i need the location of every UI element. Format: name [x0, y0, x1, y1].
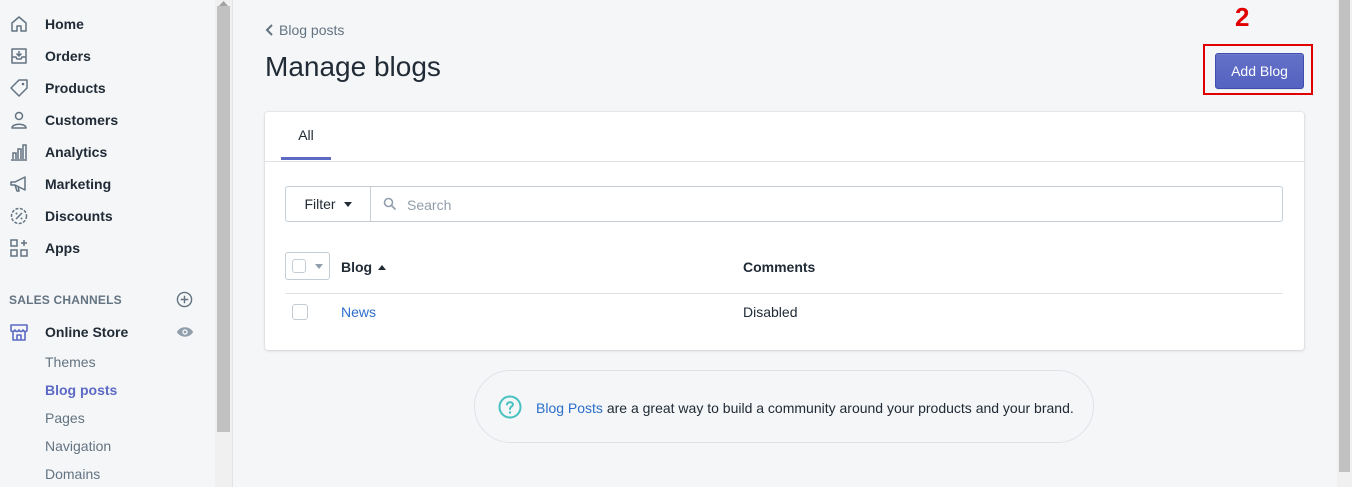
home-icon: [8, 13, 30, 35]
select-all-checkbox[interactable]: [292, 259, 306, 273]
sidebar-subitem-themes[interactable]: Themes: [45, 354, 96, 370]
orders-icon: [8, 45, 30, 67]
megaphone-icon: [8, 173, 30, 195]
sidebar-subitem-pages[interactable]: Pages: [45, 410, 85, 426]
sidebar-item-apps[interactable]: Apps: [0, 232, 215, 264]
sales-channels-heading: SALES CHANNELS: [9, 293, 122, 307]
caret-down-icon: [343, 201, 352, 207]
sidebar-item-customers[interactable]: Customers: [0, 104, 215, 136]
search-field[interactable]: [370, 186, 1283, 223]
eye-icon[interactable]: [176, 324, 194, 340]
add-sales-channel-icon[interactable]: [176, 291, 193, 308]
search-icon: [383, 197, 397, 211]
row-checkbox[interactable]: [292, 304, 308, 320]
tab-all[interactable]: All: [281, 112, 331, 160]
annotation-step-number: 2: [1235, 2, 1250, 32]
page-title: Manage blogs: [265, 51, 441, 82]
sidebar-item-label: Orders: [45, 48, 91, 64]
sidebar-item-label: Analytics: [45, 144, 108, 160]
sidebar-item-label: Apps: [45, 240, 80, 256]
filter-button[interactable]: Filter: [285, 186, 371, 222]
tabs-divider: [265, 161, 1304, 162]
comments-status: Disabled: [743, 304, 798, 320]
sidebar-item-label: Home: [45, 16, 84, 32]
sidebar-item-label: Products: [45, 80, 106, 96]
sidebar-item-analytics[interactable]: Analytics: [0, 136, 215, 168]
caret-down-icon: [315, 264, 323, 269]
sidebar-item-marketing[interactable]: Marketing: [0, 168, 215, 200]
bar-chart-icon: [8, 141, 30, 163]
help-text: Blog Posts are a great way to build a co…: [536, 400, 1074, 416]
search-input[interactable]: [405, 187, 1269, 223]
page-scrollbar-thumb[interactable]: [1339, 0, 1350, 472]
add-blog-button[interactable]: Add Blog: [1215, 53, 1304, 89]
back-link-label: Blog posts: [279, 22, 345, 38]
question-circle-icon: [498, 395, 522, 419]
help-description: are a great way to build a community aro…: [602, 400, 1074, 416]
sidebar-item-label: Discounts: [45, 208, 113, 224]
back-to-blog-posts-link[interactable]: Blog posts: [265, 22, 344, 38]
sidebar: Home Orders Products Customers Analytics…: [0, 0, 215, 487]
person-icon: [8, 109, 30, 131]
chevron-left-icon: [265, 24, 273, 36]
sidebar-item-discounts[interactable]: Discounts: [0, 200, 215, 232]
store-icon: [8, 321, 30, 343]
sidebar-item-orders[interactable]: Orders: [0, 40, 215, 72]
sidebar-subitem-domains[interactable]: Domains: [45, 466, 100, 482]
apps-icon: [8, 237, 30, 259]
discount-icon: [8, 205, 30, 227]
blog-posts-help-link[interactable]: Blog Posts: [536, 400, 603, 416]
sidebar-item-products[interactable]: Products: [0, 72, 215, 104]
sidebar-item-label: Online Store: [45, 324, 129, 340]
column-header-blog[interactable]: Blog: [341, 259, 387, 275]
sidebar-subitem-blog-posts[interactable]: Blog posts: [45, 382, 117, 398]
sort-ascending-icon: [378, 265, 387, 270]
sidebar-subitem-navigation[interactable]: Navigation: [45, 438, 111, 454]
column-header-comments: Comments: [743, 259, 816, 275]
filter-button-label: Filter: [304, 196, 336, 212]
tag-icon: [8, 77, 30, 99]
sidebar-item-label: Marketing: [45, 176, 112, 192]
blogs-card: All Filter Blog Comments News Disabled: [265, 112, 1304, 350]
sidebar-item-label: Customers: [45, 112, 119, 128]
column-header-label: Blog: [341, 259, 373, 275]
help-footer: Blog Posts are a great way to build a co…: [474, 370, 1094, 443]
bulk-select-dropdown[interactable]: [285, 252, 330, 280]
sidebar-scrollbar-thumb[interactable]: [217, 6, 230, 432]
sidebar-item-home[interactable]: Home: [0, 8, 215, 40]
table-header-divider: [285, 293, 1283, 294]
blog-title-link[interactable]: News: [341, 304, 376, 320]
